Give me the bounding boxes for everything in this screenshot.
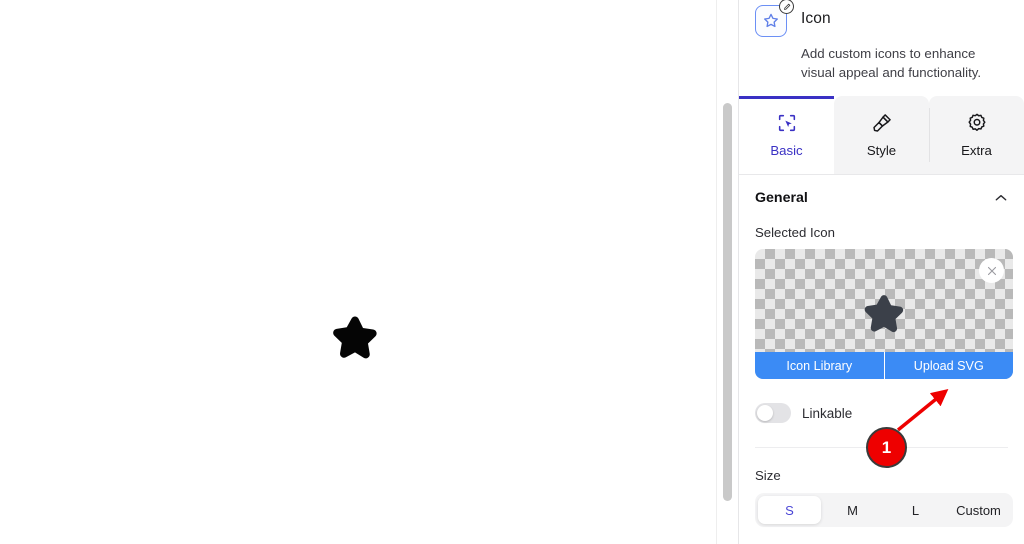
- tab-style-label: Style: [866, 143, 897, 158]
- icon-library-button[interactable]: Icon Library: [755, 352, 884, 379]
- linkable-label: Linkable: [802, 405, 853, 421]
- panel-body: General Selected Icon Icon Library Uploa…: [739, 175, 1024, 527]
- panel-tabs: Basic Style Extra: [739, 96, 1024, 174]
- scrollbar-thumb[interactable]: [723, 103, 732, 501]
- size-option-l[interactable]: L: [884, 496, 947, 524]
- upload-svg-button[interactable]: Upload SVG: [883, 352, 1013, 379]
- size-option-s[interactable]: S: [758, 496, 821, 524]
- toggle-knob: [757, 405, 773, 421]
- selected-icon-label: Selected Icon: [755, 225, 835, 240]
- panel-header-row: Icon: [755, 0, 1008, 39]
- tab-extra[interactable]: Extra: [929, 96, 1024, 174]
- app-root: Icon Add custom icons to enhance visual …: [0, 0, 1024, 544]
- remove-icon-button[interactable]: [979, 258, 1004, 283]
- design-canvas[interactable]: [0, 0, 716, 544]
- tab-extra-label: Extra: [961, 143, 992, 158]
- panel-header: Icon Add custom icons to enhance visual …: [739, 0, 1024, 96]
- section-divider: [755, 447, 1008, 448]
- section-general-header[interactable]: General: [755, 175, 1008, 221]
- paintbrush-icon: [871, 112, 893, 134]
- edit-badge-icon: [779, 0, 794, 14]
- panel-title: Icon: [801, 10, 831, 27]
- size-option-m[interactable]: M: [821, 496, 884, 524]
- section-general-title: General: [755, 190, 808, 206]
- linkable-row: Linkable: [755, 401, 1008, 425]
- size-segmented-control: S M L Custom: [755, 493, 1013, 527]
- widget-icon-wrapper: [755, 0, 794, 39]
- preview-star-icon: [861, 292, 907, 338]
- size-label: Size: [755, 468, 781, 483]
- tab-style[interactable]: Style: [834, 96, 929, 174]
- panel-description: Add custom icons to enhance visual appea…: [801, 46, 982, 80]
- linkable-toggle[interactable]: [755, 403, 791, 423]
- cursor-select-icon: [776, 112, 798, 134]
- canvas-star-icon[interactable]: [329, 313, 381, 365]
- chevron-up-icon[interactable]: [994, 191, 1008, 205]
- tab-basic-label: Basic: [770, 143, 803, 158]
- preview-action-buttons: Icon Library Upload SVG: [755, 352, 1013, 379]
- tab-basic[interactable]: Basic: [739, 96, 834, 174]
- settings-panel: Icon Add custom icons to enhance visual …: [738, 0, 1024, 544]
- size-option-custom[interactable]: Custom: [947, 496, 1010, 524]
- gear-icon: [966, 112, 988, 134]
- selected-icon-preview[interactable]: Icon Library Upload SVG: [755, 249, 1013, 379]
- panel-scrollbar[interactable]: [716, 0, 738, 544]
